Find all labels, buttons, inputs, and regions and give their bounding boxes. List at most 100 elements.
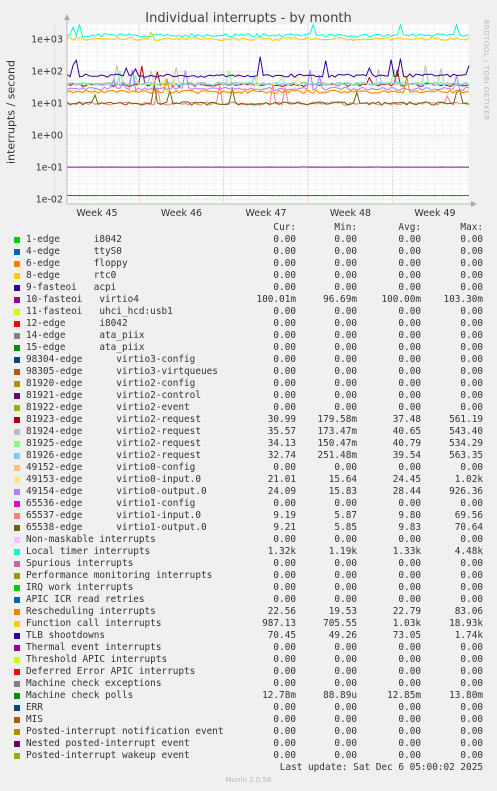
legend-swatch <box>14 417 20 423</box>
legend-cur-value: 0.00 <box>273 534 296 545</box>
legend-avg-value: 0.00 <box>398 654 421 665</box>
legend-cur-value: 0.00 <box>273 738 296 749</box>
legend-swatch <box>14 501 20 507</box>
legend-swatch <box>14 657 20 663</box>
legend-label: Machine check polls <box>26 690 134 701</box>
legend-row: 14-edge ata_piix 0.00 0.00 0.00 0.00 <box>0 330 497 342</box>
legend-min-value: 0.00 <box>334 306 357 317</box>
legend-label: Rescheduling interrupts <box>26 606 156 617</box>
legend-cur-value: 9.19 <box>273 510 296 521</box>
legend-max-value: 103.30m <box>443 294 483 305</box>
legend-row: 49154-edge virtio0-output.0 24.09 15.83 28.… <box>0 486 497 498</box>
legend-row: 81924-edge virtio2-request 35.57 173.47m 40… <box>0 426 497 438</box>
legend-row: 12-edge i8042 0.00 0.00 0.00 0.00 <box>0 318 497 330</box>
legend-label: Posted-interrupt wakeup event <box>26 750 190 761</box>
legend-swatch <box>14 513 20 519</box>
legend-max-value: 18.93k <box>449 618 483 629</box>
x-tick-label: Week 46 <box>161 208 202 219</box>
legend-label: Nested posted-interrupt event <box>26 738 190 749</box>
legend-avg-value: 0.00 <box>398 282 421 293</box>
legend-avg-value: 0.00 <box>398 726 421 737</box>
legend-cur-value: 21.01 <box>267 474 296 485</box>
legend-label: MIS <box>26 714 43 725</box>
legend-max-value: 0.00 <box>460 678 483 689</box>
legend-cur-value: 0.00 <box>273 258 296 269</box>
legend-swatch <box>14 309 20 315</box>
legend-max-value: 0.00 <box>460 342 483 353</box>
legend-avg-value: 39.54 <box>392 450 421 461</box>
legend-min-value: 49.26 <box>328 630 357 641</box>
legend-avg-value: 28.44 <box>392 486 421 497</box>
legend-swatch <box>14 729 20 735</box>
legend-min-value: 0.00 <box>334 558 357 569</box>
legend-avg-value: 22.79 <box>392 606 421 617</box>
legend-cur-value: 0.00 <box>273 558 296 569</box>
legend-avg-value: 0.00 <box>398 270 421 281</box>
legend-row: IRQ work interrupts 0.00 0.00 0.00 0.00 <box>0 582 497 594</box>
legend-max-value: 543.40 <box>449 426 483 437</box>
legend-row: 1-edge i8042 0.00 0.00 0.00 0.00 <box>0 234 497 246</box>
column-header-cur: Cur: <box>273 222 296 233</box>
legend-swatch <box>14 477 20 483</box>
legend-row: 81925-edge virtio2-request 34.13 150.47m 40… <box>0 438 497 450</box>
legend-max-value: 13.80m <box>449 690 483 701</box>
legend-avg-value: 24.45 <box>392 474 421 485</box>
legend-row: Rescheduling interrupts 22.56 19.53 22.79 83… <box>0 606 497 618</box>
legend-avg-value: 0.00 <box>398 714 421 725</box>
legend-max-value: 0.00 <box>460 498 483 509</box>
legend-cur-value: 0.00 <box>273 750 296 761</box>
legend-min-value: 0.00 <box>334 354 357 365</box>
legend-min-value: 173.47m <box>317 426 357 437</box>
legend-max-value: 0.00 <box>460 738 483 749</box>
legend-min-value: 0.00 <box>334 702 357 713</box>
legend-cur-value: 0.00 <box>273 714 296 725</box>
legend-max-value: 0.00 <box>460 570 483 581</box>
legend-min-value: 0.00 <box>334 594 357 605</box>
legend-cur-value: 34.13 <box>267 438 296 449</box>
legend-min-value: 0.00 <box>334 246 357 257</box>
legend-avg-value: 9.80 <box>398 510 421 521</box>
legend-avg-value: 0.00 <box>398 750 421 761</box>
y-tick-label: 1e-02 <box>36 195 63 206</box>
legend-avg-value: 0.00 <box>398 594 421 605</box>
legend-cur-value: 100.01m <box>256 294 296 305</box>
legend-min-value: 179.58m <box>317 414 357 425</box>
x-tick-label: Week 48 <box>330 208 371 219</box>
legend-row: Posted-interrupt notification event 0.00 0… <box>0 726 497 738</box>
legend-swatch <box>14 573 20 579</box>
legend-min-value: 0.00 <box>334 282 357 293</box>
legend-avg-value: 0.00 <box>398 402 421 413</box>
legend-cur-value: 0.00 <box>273 402 296 413</box>
legend-row: 8-edge rtc0 0.00 0.00 0.00 0.00 <box>0 270 497 282</box>
legend-max-value: 0.00 <box>460 666 483 677</box>
legend-avg-value: 0.00 <box>398 558 421 569</box>
legend-max-value: 0.00 <box>460 750 483 761</box>
legend-swatch <box>14 405 20 411</box>
legend-max-value: 0.00 <box>460 582 483 593</box>
legend-row: 10-fasteoi virtio4 100.01m 96.69m 100.00m 10… <box>0 294 497 306</box>
legend-cur-value: 0.00 <box>273 330 296 341</box>
legend-swatch <box>14 429 20 435</box>
legend-label: 98304-edge virtio3-config <box>26 354 196 365</box>
legend-label: 81921-edge virtio2-control <box>26 390 201 401</box>
legend-max-value: 0.00 <box>460 642 483 653</box>
legend-row: Nested posted-interrupt event 0.00 0.00 0.0… <box>0 738 497 750</box>
legend-avg-value: 0.00 <box>398 378 421 389</box>
legend-label: Deferred Error APIC interrupts <box>26 666 196 677</box>
legend-row: 81920-edge virtio2-config 0.00 0.00 0.00 0.0… <box>0 378 497 390</box>
legend-avg-value: 0.00 <box>398 666 421 677</box>
column-header-max: Max: <box>460 222 483 233</box>
legend-min-value: 150.47m <box>317 438 357 449</box>
legend-avg-value: 40.79 <box>392 438 421 449</box>
legend-max-value: 0.00 <box>460 378 483 389</box>
legend-cur-value: 0.00 <box>273 582 296 593</box>
legend-min-value: 0.00 <box>334 390 357 401</box>
legend-table: Cur: Min: Avg: Max: 1-edge i8042 0.00 0.00… <box>0 222 497 762</box>
legend-swatch <box>14 357 20 363</box>
legend-label: Performance monitoring interrupts <box>26 570 213 581</box>
legend-label: 81922-edge virtio2-event <box>26 402 190 413</box>
legend-avg-value: 0.00 <box>398 534 421 545</box>
legend-cur-value: 32.74 <box>267 450 296 461</box>
legend-label: Non-maskable interrupts <box>26 534 156 545</box>
legend-label: 8-edge rtc0 <box>26 270 117 281</box>
